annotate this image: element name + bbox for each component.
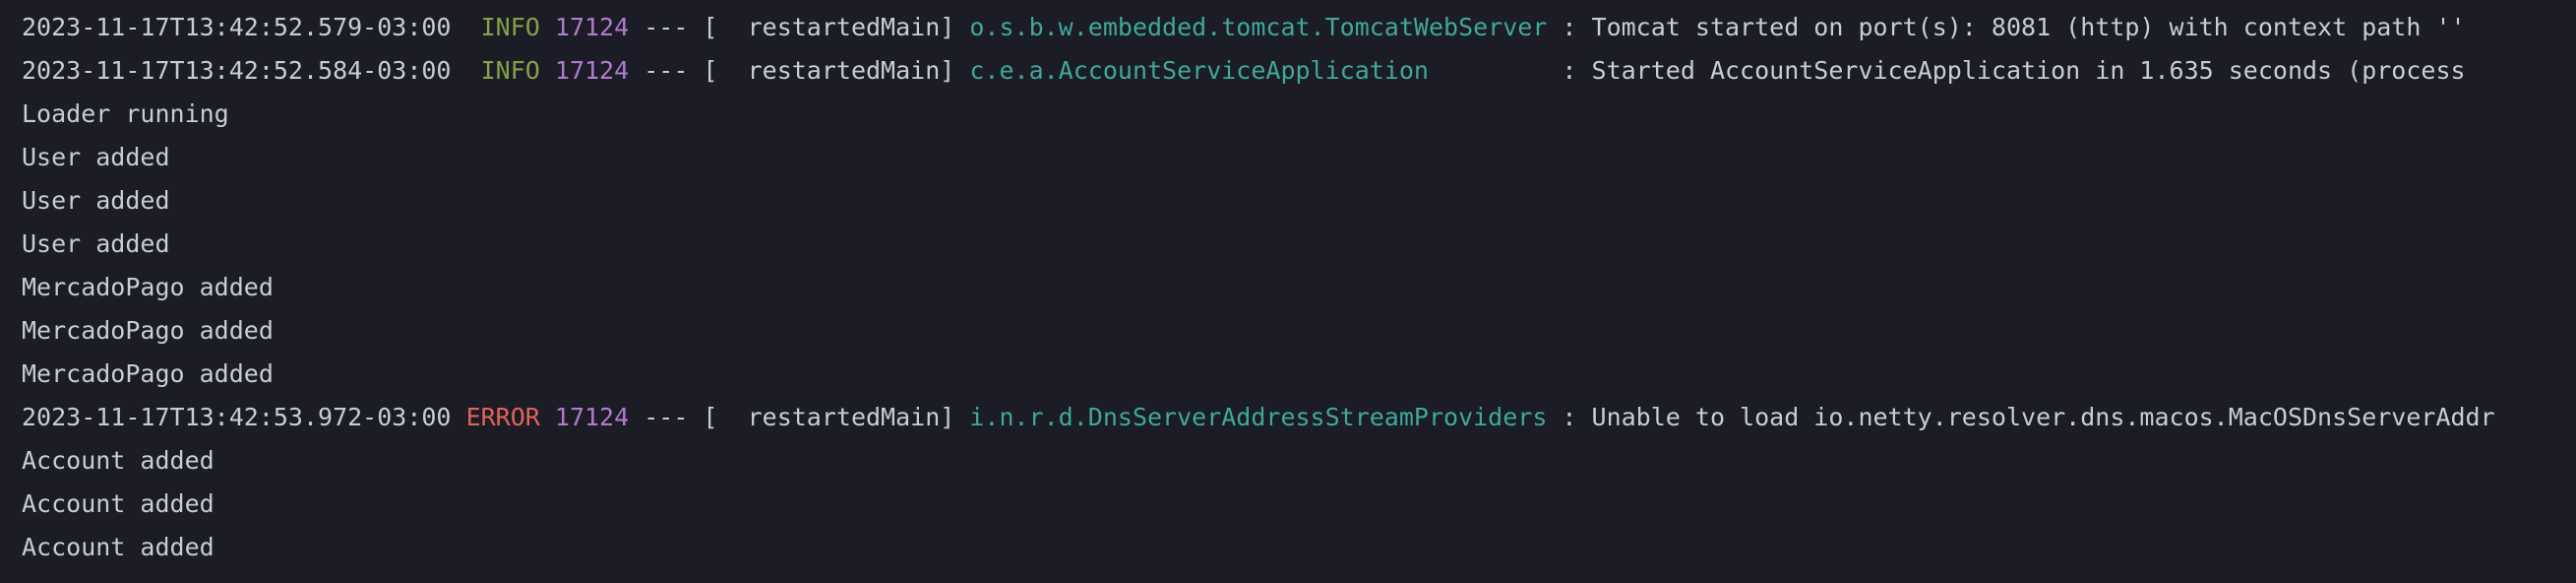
log-separator: --- [: [644, 403, 718, 431]
output-line: User added: [22, 143, 170, 171]
log-pid: 17124: [554, 13, 630, 41]
log-separator: --- [: [644, 13, 718, 41]
log-thread: restartedMain]: [717, 403, 955, 431]
log-separator: --- [: [644, 56, 718, 85]
log-message: : Unable to load io.netty.resolver.dns.m…: [1547, 403, 2495, 431]
output-line: MercadoPago added: [22, 359, 274, 388]
log-level-info: INFO: [480, 13, 540, 41]
log-line: 2023-11-17T13:42:52.579-03:00 INFO 17124…: [22, 6, 2576, 49]
log-logger[interactable]: c.e.a.AccountServiceApplication: [969, 56, 1429, 85]
log-level-error: ERROR: [465, 403, 540, 431]
log-thread: restartedMain]: [717, 13, 955, 41]
output-line: User added: [22, 186, 170, 215]
log-level-info: INFO: [480, 56, 540, 85]
output-line: User added: [22, 229, 170, 258]
output-line: MercadoPago added: [22, 316, 274, 345]
console-output[interactable]: 2023-11-17T13:42:52.579-03:00 INFO 17124…: [22, 0, 2576, 583]
log-line-error: 2023-11-17T13:42:53.972-03:00 ERROR 1712…: [22, 396, 2576, 439]
output-line: Loader running: [22, 99, 229, 128]
log-timestamp: 2023-11-17T13:42:53.972-03:00: [22, 403, 452, 431]
log-message: : Tomcat started on port(s): 8081 (http)…: [1547, 13, 2466, 41]
log-line: 2023-11-17T13:42:52.584-03:00 INFO 17124…: [22, 49, 2576, 93]
log-logger[interactable]: o.s.b.w.embedded.tomcat.TomcatWebServer: [969, 13, 1547, 41]
log-logger[interactable]: i.n.r.d.DnsServerAddressStreamProviders: [969, 403, 1547, 431]
output-line: MercadoPago added: [22, 273, 274, 301]
output-line: Account added: [22, 446, 215, 475]
log-pid: 17124: [554, 403, 630, 431]
log-timestamp: 2023-11-17T13:42:52.584-03:00: [22, 56, 452, 85]
log-pid: 17124: [554, 56, 630, 85]
output-line: Account added: [22, 533, 215, 561]
output-line: Account added: [22, 489, 215, 518]
log-message: : Started AccountServiceApplication in 1…: [1428, 56, 2466, 85]
log-timestamp: 2023-11-17T13:42:52.579-03:00: [22, 13, 452, 41]
log-thread: restartedMain]: [717, 56, 955, 85]
